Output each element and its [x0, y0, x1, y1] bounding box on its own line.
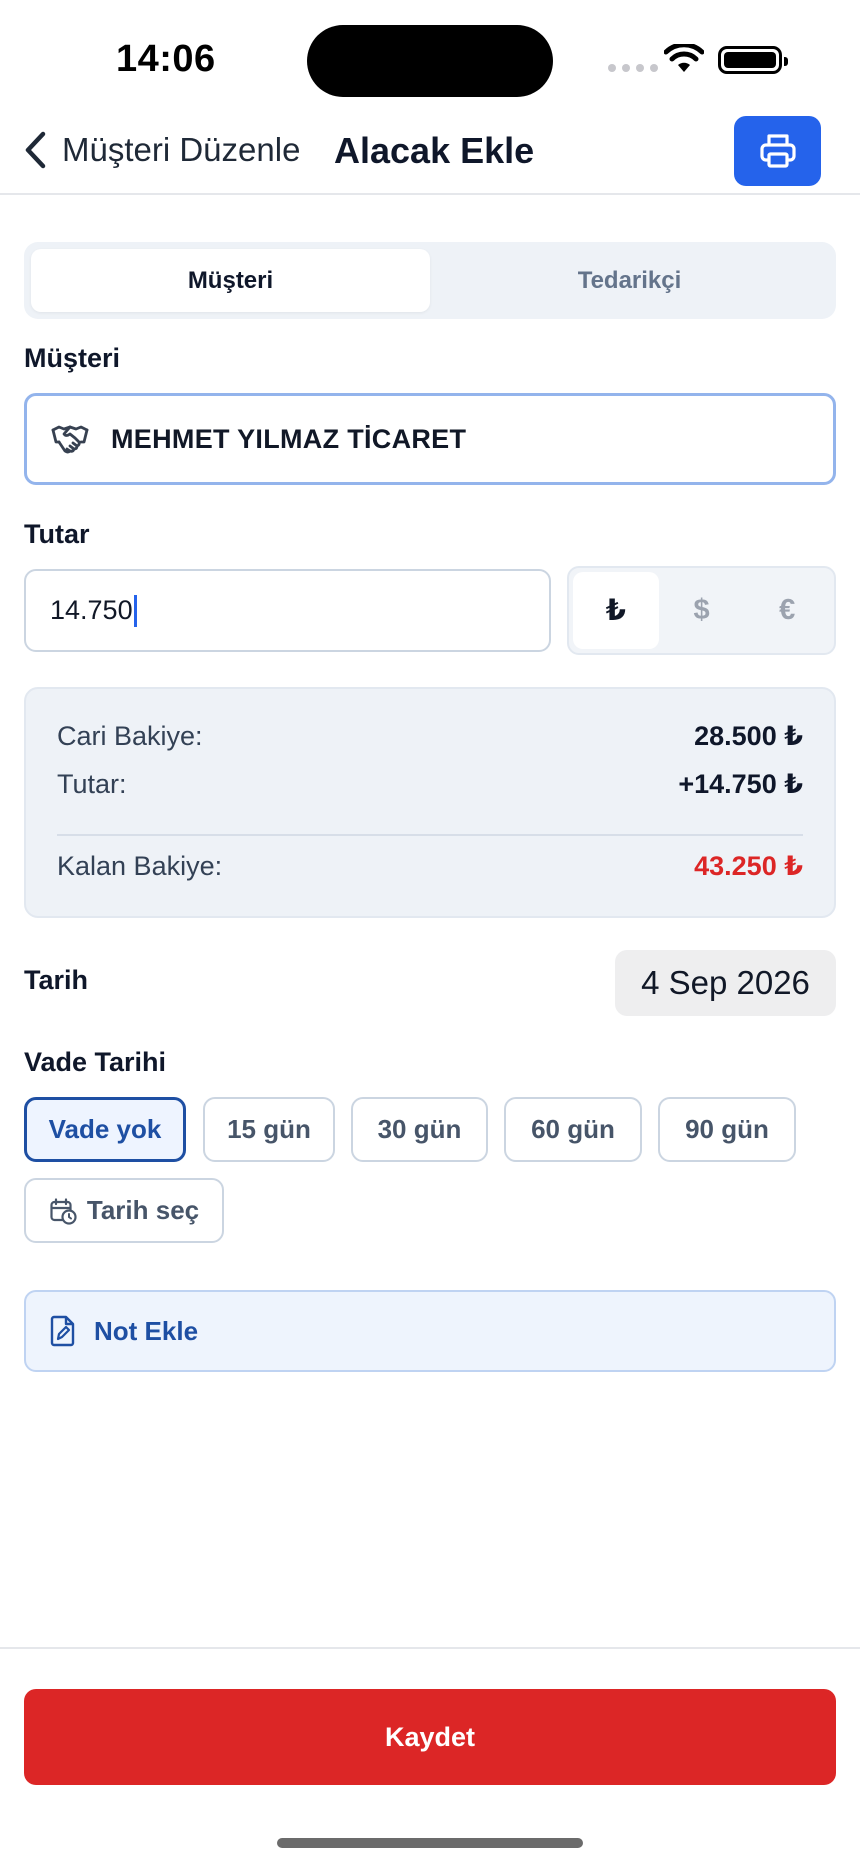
- remaining-balance-label: Kalan Bakiye:: [57, 851, 223, 881]
- customer-field[interactable]: MEHMET YILMAZ TİCARET: [24, 393, 836, 485]
- note-edit-icon: [50, 1315, 75, 1347]
- balance-summary-card: Cari Bakiye: 28.500 ₺ Tutar: +14.750 ₺ K…: [24, 687, 836, 918]
- status-time: 14:06: [116, 38, 216, 80]
- due-option-90[interactable]: 90 gün: [658, 1097, 796, 1162]
- segment-tedarikci[interactable]: Tedarikçi: [430, 249, 829, 312]
- remaining-balance-value: 43.250 ₺: [694, 851, 803, 881]
- currency-try-option[interactable]: ₺: [573, 572, 659, 649]
- status-bar: 14:06: [0, 0, 860, 110]
- due-option-none[interactable]: Vade yok: [24, 1097, 186, 1162]
- due-option-15[interactable]: 15 gün: [203, 1097, 335, 1162]
- page-title: Alacak Ekle: [334, 130, 535, 171]
- add-note-button[interactable]: Not Ekle: [24, 1290, 836, 1372]
- home-indicator: [277, 1838, 583, 1848]
- navigation-bar: Müşteri Düzenle Alacak Ekle: [0, 110, 860, 195]
- bottom-divider: [0, 1647, 860, 1649]
- dynamic-island: [307, 25, 553, 97]
- cellular-signal-icon: [608, 64, 658, 72]
- back-label: Müşteri Düzenle: [62, 131, 301, 168]
- handshake-icon: [51, 425, 89, 454]
- segment-musteri[interactable]: Müşteri: [31, 249, 430, 312]
- current-balance-row: Cari Bakiye: 28.500 ₺: [57, 721, 803, 752]
- currency-selector: ₺ $ €: [567, 566, 836, 655]
- text-cursor: [133, 594, 137, 627]
- add-note-label: Not Ekle: [94, 1315, 199, 1346]
- pick-date-label: Tarih seç: [86, 1195, 200, 1225]
- amount-label: Tutar: [24, 519, 90, 549]
- calendar-clock-icon: [50, 1197, 77, 1225]
- due-date-label: Vade Tarihi: [24, 1047, 167, 1077]
- summary-divider: [57, 834, 803, 836]
- amount-row: Tutar: +14.750 ₺: [57, 769, 803, 800]
- amount-row-label: Tutar:: [57, 769, 127, 799]
- date-label: Tarih: [24, 965, 89, 995]
- customer-name: MEHMET YILMAZ TİCARET: [111, 423, 467, 454]
- party-type-segmented-control: Müşteri Tedarikçi: [24, 242, 836, 319]
- due-option-30[interactable]: 30 gün: [351, 1097, 488, 1162]
- print-button[interactable]: [734, 116, 821, 186]
- save-button[interactable]: Kaydet: [24, 1689, 836, 1785]
- battery-icon: [718, 46, 788, 74]
- date-picker[interactable]: 4 Sep 2026: [615, 950, 836, 1016]
- amount-input[interactable]: 14.750: [24, 569, 551, 652]
- current-balance-label: Cari Bakiye:: [57, 721, 203, 751]
- amount-value: 14.750: [50, 595, 133, 625]
- pick-date-button[interactable]: Tarih seç: [24, 1178, 224, 1243]
- printer-icon: [759, 134, 796, 168]
- current-balance-value: 28.500 ₺: [694, 721, 803, 751]
- amount-row-value: +14.750 ₺: [678, 769, 803, 799]
- currency-usd-option[interactable]: $: [659, 572, 745, 649]
- currency-eur-option[interactable]: €: [744, 572, 830, 649]
- chevron-left-icon: [25, 131, 46, 169]
- back-button[interactable]: Müşteri Düzenle: [22, 130, 300, 170]
- remaining-balance-row: Kalan Bakiye: 43.250 ₺: [57, 851, 803, 882]
- customer-label: Müşteri: [24, 343, 121, 373]
- wifi-icon: [664, 44, 704, 72]
- due-option-60[interactable]: 60 gün: [504, 1097, 642, 1162]
